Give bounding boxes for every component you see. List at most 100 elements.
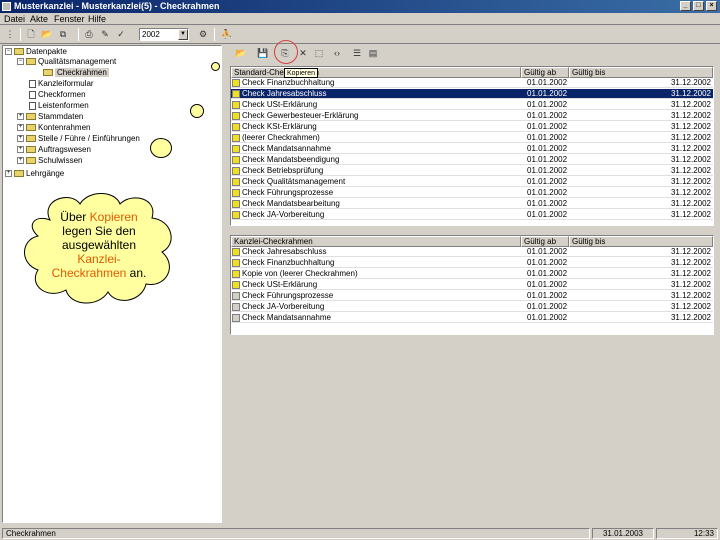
tree-node-kanzleiformular[interactable]: Kanzleiformular [29,79,94,89]
print-icon[interactable]: ⎙ [82,28,96,41]
column-header-gueltig-bis[interactable]: Gültig bis [569,236,713,247]
tree-node-auftragswesen[interactable]: + Auftragswesen [17,145,91,155]
table-row[interactable]: Check Mandatsbeendigung 01.01.2002 31.12.2… [231,155,713,165]
checkrahmen-toolbar: 📂 💾 ⎘ ✕ ⬚ ‹› ☰ ▤ [230,46,718,62]
tree-node-checkformen[interactable]: Checkformen [29,90,86,100]
column-header-name[interactable]: Standard-Checkrahmen [231,67,521,78]
menu-bar: Datei Akte Fenster Hilfe [0,13,720,25]
cell-name: Check Mandatsannahme [242,313,331,322]
callout-highlight: Kanzlei- [77,252,121,266]
tree-node-checkrahmen[interactable]: Checkrahmen [43,68,109,78]
settings-icon[interactable]: ⚙ [196,28,210,41]
menu-hilfe[interactable]: Hilfe [88,14,106,24]
minimize-button[interactable]: _ [680,1,691,11]
table-row[interactable]: Check USt-Erklärung 01.01.2002 31.12.2002 [231,100,713,110]
column-header-gueltig-ab[interactable]: Gültig ab [521,67,569,78]
row-marker-icon [232,156,240,164]
folder-icon [26,146,36,154]
table-row[interactable]: Check Mandatsannahme 01.01.2002 31.12.2002 [231,313,713,323]
row-marker-icon [232,101,240,109]
expand-icon[interactable]: + [17,113,24,121]
table-row[interactable]: Check KSt-Erklärung 01.01.2002 31.12.2002 [231,122,713,132]
collapse-icon[interactable]: − [17,58,24,66]
expand-icon[interactable]: + [17,124,24,132]
user-icon[interactable]: ⛹ [220,28,234,41]
row-marker-icon [232,248,240,256]
cell-gueltig-ab: 01.01.2002 [527,177,568,186]
table-row[interactable]: Check Finanzbuchhaltung 01.01.2002 31.12.2… [231,78,713,88]
highlight-ring [274,40,298,64]
row-marker-icon [232,112,240,120]
column-header-gueltig-ab[interactable]: Gültig ab [521,236,569,247]
expand-icon[interactable]: + [17,135,24,143]
pane-splitter[interactable] [224,45,228,523]
status-time: 12:33 [656,528,718,539]
row-marker-icon [232,292,240,300]
close-button[interactable]: × [706,1,717,11]
chevron-down-icon[interactable]: ▼ [178,29,188,40]
table-row[interactable]: Check Jahresabschluss 01.01.2002 31.12.200… [231,247,713,257]
column-header-gueltig-bis[interactable]: Gültig bis [569,67,713,78]
table-row[interactable]: Check Qualitätsmanagement 01.01.2002 31.12… [231,177,713,187]
table-row[interactable]: Check JA-Vorbereitung 01.01.2002 31.12.200… [231,302,713,312]
expand-icon[interactable]: + [5,170,12,178]
table-row[interactable]: Check Führungsprozesse 01.01.2002 31.12.20… [231,291,713,301]
toolbar-handle-icon: ⋮ [5,29,15,39]
collapse-icon[interactable]: − [5,48,12,56]
cell-name: Check Mandatsbeendigung [242,155,340,164]
expand-icon[interactable]: + [17,146,24,154]
tree-node-stammdaten[interactable]: + Stammdaten [17,112,83,122]
table-row[interactable]: Check USt-Erklärung 01.01.2002 31.12.2002 [231,280,713,290]
table-row[interactable]: Check Führungsprozesse 01.01.2002 31.12.20… [231,188,713,198]
open-icon[interactable]: 📂 [40,28,54,41]
tree-node-stelle-fuehre[interactable]: + Stelle / Führe / Einführungen [17,134,140,144]
cell-name: Check Betriebsprüfung [242,166,324,175]
check-icon[interactable]: ✓ [114,28,128,41]
menu-datei[interactable]: Datei [4,14,25,24]
table-row[interactable]: (leerer Checkrahmen) 01.01.2002 31.12.2002 [231,133,713,143]
cell-gueltig-bis: 31.12.2002 [670,133,711,142]
callout-bubble-small [211,62,220,71]
properties-icon[interactable]: ⬚ [312,47,326,60]
table-row[interactable]: Check Jahresabschluss 01.01.2002 31.12.200… [231,89,713,99]
table-row[interactable]: Check Gewerbesteuer-Erklärung 01.01.2002 3… [231,111,713,121]
table-row[interactable]: Check Betriebsprüfung 01.01.2002 31.12.200… [231,166,713,176]
cell-name: Check Jahresabschluss [242,89,327,98]
table-row[interactable]: Check JA-Vorbereitung 01.01.2002 31.12.200… [231,210,713,220]
folder-icon [26,113,36,121]
tree-node-qualitaetsmanagement[interactable]: − Qualitätsmanagement [17,57,116,67]
save-icon[interactable]: 💾 [256,47,270,60]
open-folder-icon[interactable]: 📂 [234,47,248,60]
delete-icon[interactable]: ✕ [296,47,310,60]
table-row[interactable]: Kopie von (leerer Checkrahmen) 01.01.2002… [231,269,713,279]
cell-gueltig-ab: 01.01.2002 [527,199,568,208]
standard-checkrahmen-table[interactable]: Standard-Checkrahmen Gültig ab Gültig bi… [230,66,714,226]
kanzlei-checkrahmen-table[interactable]: Kanzlei-Checkrahmen Gültig ab Gültig bis… [230,235,714,335]
copy-doc-icon[interactable]: ⧉ [56,28,70,41]
edit-icon[interactable]: ✎ [98,28,112,41]
menu-fenster[interactable]: Fenster [54,14,85,24]
expand-icon[interactable]: + [17,157,24,165]
code-icon[interactable]: ‹› [330,47,344,60]
table-row[interactable]: Check Mandatsbearbeitung 01.01.2002 31.12.… [231,199,713,209]
column-header-name[interactable]: Kanzlei-Checkrahmen [231,236,521,247]
detail-view-icon[interactable]: ▤ [366,47,380,60]
callout-cloud: Über Kopieren legen Sie den ausgewählten… [20,190,178,308]
tree-node-datenpakte[interactable]: − Datenpakte [5,47,67,57]
menu-akte[interactable]: Akte [30,14,48,24]
status-date: 31.01.2003 [592,528,654,539]
new-icon[interactable]: 🗋 [24,28,38,41]
table-row[interactable]: Check Finanzbuchhaltung 01.01.2002 31.12.2… [231,258,713,268]
table-row[interactable]: Check Mandatsannahme 01.01.2002 31.12.2002 [231,144,713,154]
status-text: Checkrahmen [2,528,590,539]
tree-node-kontenrahmen[interactable]: + Kontenrahmen [17,123,90,133]
tree-node-schulwissen[interactable]: + Schulwissen [17,156,82,166]
list-view-icon[interactable]: ☰ [350,47,364,60]
cell-gueltig-ab: 01.01.2002 [527,89,568,98]
tree-node-lehrgaenge[interactable]: + Lehrgänge [5,169,64,179]
row-marker-icon [232,270,240,278]
maximize-button[interactable]: □ [693,1,704,11]
year-select[interactable]: 2002 ▼ [139,28,189,41]
tree-node-leistenformen[interactable]: Leistenformen [29,101,89,111]
row-marker-icon [232,79,240,87]
